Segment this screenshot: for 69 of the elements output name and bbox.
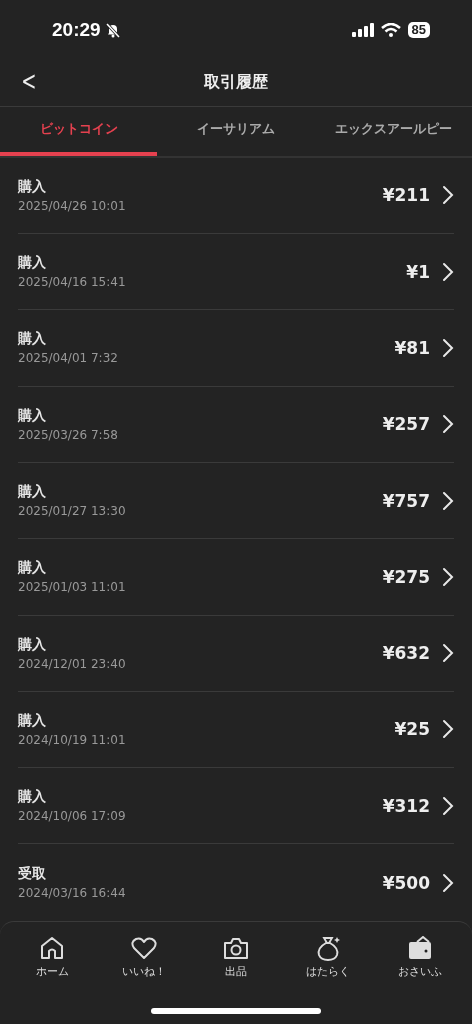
nav-item[interactable]: ホーム (6, 935, 98, 984)
transaction-amount: ¥211 (382, 185, 430, 206)
chevron-right-icon (442, 566, 454, 587)
nav-item[interactable]: いいね！ (98, 935, 190, 984)
transaction-amount: ¥312 (382, 795, 430, 816)
chevron-right-icon (442, 643, 454, 664)
transaction-date: 2025/03/26 7:58 (18, 427, 119, 442)
transaction-date: 2024/03/16 16:44 (18, 886, 127, 901)
transaction-row[interactable]: 購入 2025/03/26 7:58 ¥257 (18, 386, 454, 463)
transaction-amount: ¥81 (394, 338, 430, 358)
clock-time: 20:29 (52, 18, 101, 41)
transaction-row[interactable]: 購入 2025/04/26 10:01 ¥211 (18, 157, 454, 235)
transaction-row[interactable]: 購入 2025/01/03 11:01 ¥275 (18, 539, 454, 616)
transaction-type: 購入 (18, 483, 47, 502)
transaction-date: 2025/04/01 7:32 (18, 351, 119, 366)
transaction-row[interactable]: 購入 2024/10/06 17:09 ¥312 (18, 768, 454, 845)
transaction-amount: ¥1 (406, 261, 430, 282)
chevron-right-icon (442, 490, 454, 511)
wifi-icon (380, 22, 401, 37)
camera-icon (223, 935, 249, 961)
transaction-amount: ¥25 (394, 719, 430, 740)
transaction-row[interactable]: 購入 2025/04/16 15:41 ¥1 (18, 234, 454, 311)
transaction-type: 受取 (18, 865, 47, 884)
tab[interactable]: イーサリアム (157, 107, 315, 156)
transaction-row[interactable]: 受取 2024/03/16 16:44 ¥500 (18, 844, 454, 921)
bag-icon (315, 935, 341, 961)
chevron-right-icon (442, 185, 454, 206)
transaction-date: 2025/04/26 10:01 (18, 198, 127, 213)
transaction-type: 購入 (18, 254, 47, 273)
transaction-amount: ¥275 (382, 566, 430, 587)
transaction-type: 購入 (18, 406, 47, 425)
transaction-date: 2024/10/19 11:01 (18, 732, 127, 747)
chevron-right-icon (442, 872, 454, 893)
transaction-type: 購入 (18, 559, 47, 578)
transaction-date: 2025/04/16 15:41 (18, 275, 127, 290)
signal-icon (351, 22, 374, 37)
transaction-type: 購入 (18, 635, 47, 654)
transaction-date: 2024/10/06 17:09 (18, 809, 127, 824)
transaction-amount: ¥632 (382, 643, 430, 664)
transaction-row[interactable]: 購入 2025/04/01 7:32 ¥81 (18, 310, 454, 387)
chevron-right-icon (442, 338, 454, 358)
transaction-amount: ¥257 (382, 414, 430, 435)
battery-level: 85 (411, 22, 426, 38)
transaction-amount: ¥500 (382, 872, 430, 893)
transaction-row[interactable]: 購入 2024/12/01 23:40 ¥632 (18, 615, 454, 692)
heart-icon (131, 935, 157, 961)
transaction-type: 購入 (18, 330, 47, 349)
transaction-row[interactable]: 購入 2025/01/27 13:30 ¥757 (18, 462, 454, 540)
transaction-type: 購入 (18, 788, 47, 807)
wallet-icon (407, 935, 433, 961)
chevron-right-icon (442, 261, 454, 282)
page-title: 取引履歴 (204, 72, 268, 94)
transaction-date: 2025/01/03 11:01 (18, 580, 127, 595)
transaction-amount: ¥757 (382, 490, 430, 511)
tab[interactable]: エックスアールピー (314, 107, 472, 156)
nav-item[interactable]: 出品 (190, 935, 282, 984)
transaction-date: 2025/01/27 13:30 (18, 504, 127, 519)
back-button[interactable]: < (18, 65, 40, 96)
nav-item[interactable]: はたらく (282, 935, 374, 984)
transaction-row[interactable]: 購入 2024/10/19 11:01 ¥25 (18, 691, 454, 769)
nav-item[interactable]: おさいふ (374, 935, 466, 984)
chevron-right-icon (442, 795, 454, 816)
transaction-date: 2024/12/01 23:40 (18, 656, 127, 671)
chevron-right-icon (442, 719, 454, 740)
chevron-right-icon (442, 414, 454, 435)
transaction-type: 購入 (18, 177, 47, 196)
home-icon (39, 935, 65, 961)
tab[interactable]: ビットコイン (0, 107, 158, 156)
transaction-type: 購入 (18, 711, 47, 730)
